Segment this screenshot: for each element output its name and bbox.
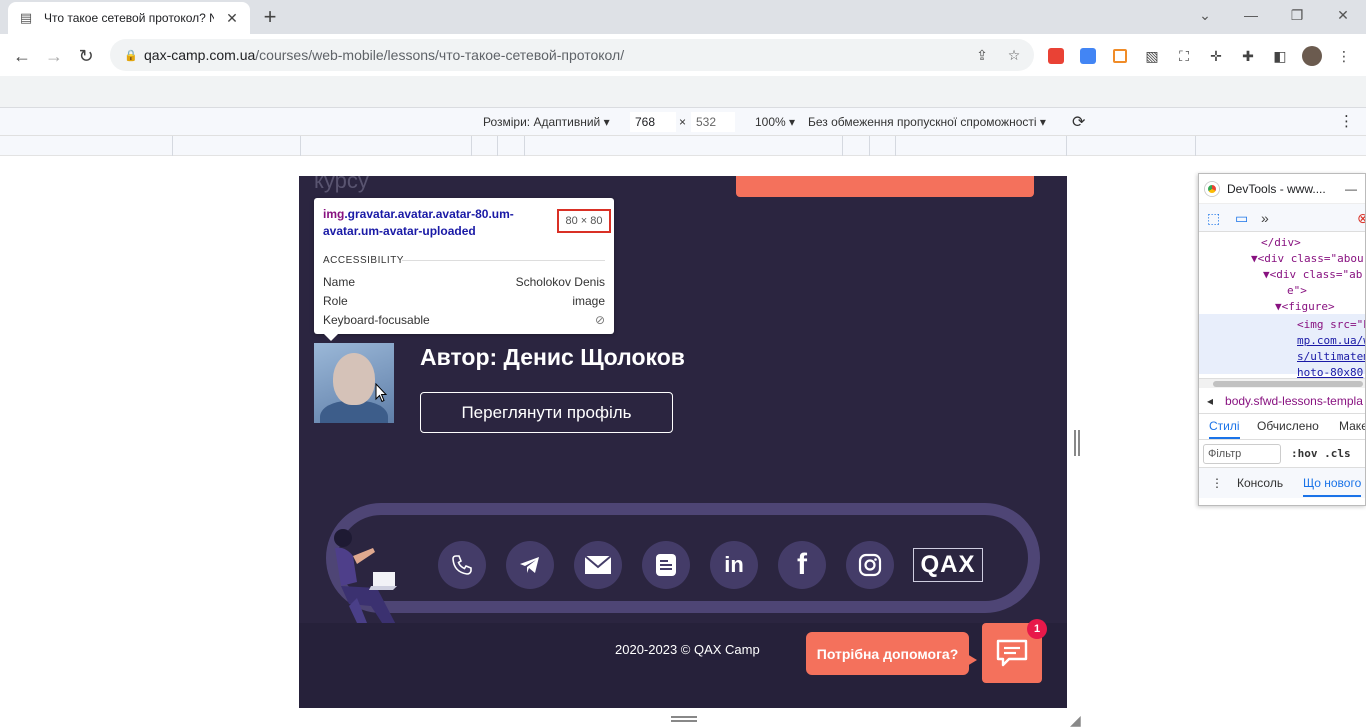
width-input[interactable]: 768 xyxy=(630,112,676,132)
accessibility-heading: ACCESSIBILITY xyxy=(323,255,404,266)
tab-styles[interactable]: Стилі xyxy=(1209,419,1240,439)
height-input[interactable]: 532 xyxy=(691,112,735,132)
extension-1-icon[interactable] xyxy=(1046,46,1066,66)
blog-icon[interactable] xyxy=(642,541,690,589)
browser-tab-active[interactable]: ▤ Что такое сетевой протокол? N ✕ xyxy=(8,2,250,34)
tooltip-row-role: Role image xyxy=(323,294,605,308)
styles-filter-row: Фільтр :hov .cls xyxy=(1199,440,1365,468)
inspect-element-icon[interactable]: ⬚ xyxy=(1207,210,1220,227)
mouse-cursor-icon xyxy=(375,383,387,403)
address-bar[interactable]: 🔒 qax-camp.com.ua/courses/web-mobile/les… xyxy=(110,39,1034,71)
devtools-iconbar: ⬚ ▭ » ⊗ xyxy=(1199,204,1365,232)
new-tab-button[interactable]: + xyxy=(258,6,282,30)
dimensions-dropdown[interactable]: Розміри: Адаптивний ▾ xyxy=(483,115,610,129)
device-toolbar: Розміри: Адаптивний ▾ 768 × 532 100% ▾ Б… xyxy=(0,108,1366,136)
tab-layout[interactable]: Маке xyxy=(1339,419,1365,433)
viewport-resize-handle-bottom[interactable] xyxy=(671,716,697,722)
bookmarks-bar xyxy=(0,76,1366,108)
horizontal-scrollbar[interactable] xyxy=(1199,378,1365,388)
hov-cls-toggle[interactable]: :hov .cls xyxy=(1291,447,1351,460)
bookmark-star-icon[interactable]: ☆ xyxy=(1004,45,1024,65)
tab-strip: ▤ Что такое сетевой протокол? N ✕ + ⌄ — … xyxy=(0,0,1366,34)
screenshot-icon[interactable]: ⛶ xyxy=(1174,46,1194,66)
chat-icon xyxy=(996,639,1028,667)
resize-corner-icon[interactable]: ◢ xyxy=(1070,712,1084,728)
drawer-tabs: ⋮ Консоль Що нового xyxy=(1199,468,1365,498)
element-size: 80 × 80 xyxy=(557,209,611,233)
zoom-dropdown[interactable]: 100% ▾ xyxy=(755,115,795,129)
devtools-window: DevTools - www.... — ⬚ ▭ » ⊗ </div> ▼<di… xyxy=(1198,173,1366,506)
device-toggle-icon[interactable]: ▭ xyxy=(1235,210,1248,227)
profile-avatar[interactable] xyxy=(1302,46,1322,66)
tab-whats-new[interactable]: Що нового xyxy=(1303,476,1362,497)
device-more-icon[interactable]: ⋮ xyxy=(1339,112,1354,130)
telegram-icon[interactable] xyxy=(506,541,554,589)
share-icon[interactable]: ⇪ xyxy=(972,45,992,65)
error-icon[interactable]: ⊗ xyxy=(1357,210,1365,227)
styles-tabs: Стилі Обчислено Маке xyxy=(1199,414,1365,440)
url-text[interactable]: qax-camp.com.ua/courses/web-mobile/lesso… xyxy=(144,47,624,63)
restore-icon[interactable]: ❐ xyxy=(1274,0,1320,30)
lock-icon[interactable]: 🔒 xyxy=(124,49,138,62)
cutoff-text: курсу xyxy=(314,176,369,193)
copyright-text: 2020-2023 © QAX Camp xyxy=(615,642,760,657)
close-window-icon[interactable]: ✕ xyxy=(1320,0,1366,30)
translate-icon[interactable] xyxy=(1078,46,1098,66)
phone-icon[interactable] xyxy=(438,541,486,589)
extension-2-icon[interactable] xyxy=(1110,46,1130,66)
filter-input[interactable]: Фільтр xyxy=(1203,444,1281,464)
author-name: Автор: Денис Щолоков xyxy=(420,344,685,370)
media-query-bar[interactable] xyxy=(0,136,1366,156)
sidepanel-icon[interactable]: ◧ xyxy=(1270,46,1290,66)
inspect-tooltip: img.gravatar.avatar.avatar-80.um-avatar.… xyxy=(314,198,614,341)
orange-button-partial[interactable] xyxy=(736,176,1034,197)
throttling-dropdown[interactable]: Без обмеження пропускної спроможності ▾ xyxy=(808,115,1046,129)
crosshair-icon[interactable]: ✛ xyxy=(1206,46,1226,66)
help-bubble[interactable]: Потрібна допомога? xyxy=(806,632,977,675)
devtools-titlebar[interactable]: DevTools - www.... — xyxy=(1199,174,1365,204)
facebook-icon[interactable]: f xyxy=(778,541,826,589)
not-allowed-icon: ⊘ xyxy=(594,313,605,327)
more-panels-icon[interactable]: » xyxy=(1261,210,1269,226)
breadcrumb[interactable]: ◂ body.sfwd-lessons-templa xyxy=(1199,388,1365,414)
elements-tree[interactable]: </div> ▼<div class="abou ▼<div class="ab… xyxy=(1199,232,1365,379)
tab-console[interactable]: Консоль xyxy=(1237,476,1283,490)
close-tab-icon[interactable]: ✕ xyxy=(224,10,240,27)
instagram-icon[interactable] xyxy=(846,541,894,589)
browser-toolbar: ← → ↻ 🔒 qax-camp.com.ua/courses/web-mobi… xyxy=(0,34,1366,76)
forward-icon[interactable]: → xyxy=(40,42,68,70)
tooltip-row-name: Name Scholokov Denis xyxy=(323,275,605,289)
tab-search-icon[interactable]: ⌄ xyxy=(1182,0,1228,30)
view-profile-button[interactable]: Переглянути профіль xyxy=(420,392,673,433)
drawer-menu-icon[interactable]: ⋮ xyxy=(1211,476,1223,490)
tab-computed[interactable]: Обчислено xyxy=(1257,419,1319,433)
devtools-title: DevTools - www.... xyxy=(1227,181,1326,196)
tab-title: Что такое сетевой протокол? N xyxy=(44,11,214,25)
tooltip-row-focusable: Keyboard-focusable ⊘ xyxy=(323,313,605,327)
puzzle-icon[interactable]: ✚ xyxy=(1238,46,1258,66)
qax-logo[interactable]: QAX xyxy=(913,548,983,582)
book-icon: ▤ xyxy=(19,10,33,25)
minimize-icon[interactable]: — xyxy=(1345,182,1357,196)
back-icon[interactable]: ← xyxy=(8,42,36,70)
minimize-icon[interactable]: — xyxy=(1228,0,1274,30)
notification-badge: 1 xyxy=(1027,619,1047,639)
menu-icon[interactable]: ⋮ xyxy=(1334,46,1354,66)
linkedin-icon[interactable]: in xyxy=(710,541,758,589)
viewport-resize-handle-right[interactable] xyxy=(1074,430,1080,456)
reload-icon[interactable]: ↻ xyxy=(72,42,100,70)
element-selector: img.gravatar.avatar.avatar-80.um-avatar.… xyxy=(323,207,514,238)
rotate-icon[interactable]: ⟳ xyxy=(1072,112,1085,132)
ruler-icon[interactable]: ▧ xyxy=(1142,46,1162,66)
caret-left-icon[interactable]: ◂ xyxy=(1207,394,1213,408)
chrome-icon xyxy=(1205,181,1219,196)
mail-icon[interactable] xyxy=(574,541,622,589)
times-sign: × xyxy=(679,115,687,129)
